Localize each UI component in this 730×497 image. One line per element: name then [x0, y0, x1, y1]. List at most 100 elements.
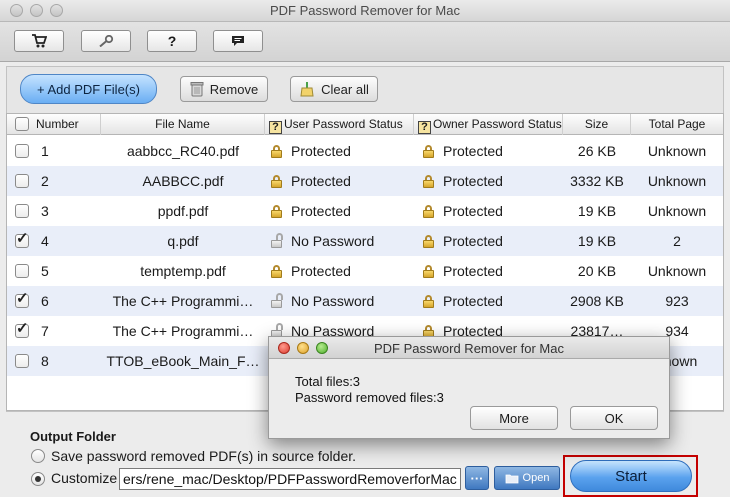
- source-folder-option-label: Save password removed PDF(s) in source f…: [51, 448, 357, 464]
- ok-button[interactable]: OK: [570, 406, 658, 430]
- clear-icon: [300, 82, 314, 97]
- table-row[interactable]: 6 The C++ Programmi… No PasswordProtected 2…: [7, 286, 723, 316]
- lock-icon: [423, 235, 434, 248]
- row-owner-status: Protected: [414, 226, 563, 256]
- table-row[interactable]: 4 q.pdf No PasswordProtected 19 KB 2: [7, 226, 723, 256]
- select-all-checkbox[interactable]: [15, 117, 29, 131]
- column-number[interactable]: Number: [7, 114, 101, 135]
- unlocked-icon: [271, 233, 283, 248]
- row-file-name: The C++ Programmi…: [112, 323, 254, 339]
- row-file-name: temptemp.pdf: [140, 263, 226, 279]
- row-number: 6: [41, 293, 49, 309]
- column-file-name[interactable]: File Name: [101, 114, 265, 135]
- lock-icon: [423, 145, 434, 158]
- row-number: 8: [41, 353, 49, 369]
- lock-icon: [423, 205, 434, 218]
- table-row[interactable]: 2 AABBCC.pdf Protected Protected 3332 KB Unkn…: [7, 166, 723, 196]
- column-owner-password-status[interactable]: ? Owner Password Status: [414, 114, 563, 135]
- row-file-name: ppdf.pdf: [157, 203, 209, 219]
- row-size: 19 KB: [577, 203, 617, 219]
- row-user-status: Protected: [265, 256, 414, 286]
- help-button[interactable]: ?: [147, 30, 197, 52]
- row-file-name: TTOB_eBook_Main_F…: [106, 353, 260, 369]
- row-file-name: aabbcc_RC40.pdf: [126, 143, 240, 159]
- row-number: 3: [41, 203, 49, 219]
- row-total-page: Unknown: [647, 173, 707, 189]
- start-button[interactable]: Start: [570, 460, 692, 492]
- question-icon: ?: [269, 121, 282, 134]
- chat-icon: [232, 36, 244, 46]
- row-total-page: Unknown: [647, 203, 707, 219]
- clear-all-label: Clear all: [321, 81, 369, 97]
- lock-icon: [271, 205, 282, 218]
- row-owner-status: Protected: [414, 136, 563, 166]
- row-checkbox[interactable]: [15, 229, 29, 248]
- row-file-name: The C++ Programmi…: [112, 293, 254, 309]
- unlocked-icon: [271, 293, 283, 308]
- clear-all-button[interactable]: Clear all: [290, 76, 378, 102]
- row-size: 19 KB: [577, 233, 617, 249]
- row-owner-status: Protected: [414, 196, 563, 226]
- remove-label: Remove: [209, 81, 259, 97]
- row-size: 3332 KB: [570, 173, 624, 189]
- row-checkbox[interactable]: [15, 174, 29, 188]
- row-owner-status: Protected: [414, 286, 563, 316]
- row-checkbox[interactable]: [15, 204, 29, 218]
- row-number: 4: [41, 233, 49, 249]
- table-header: Number File Name ? User Password Status ?…: [7, 114, 723, 135]
- folder-icon: [505, 474, 518, 483]
- row-user-status: Protected: [265, 136, 414, 166]
- output-folder-label: Output Folder: [30, 429, 116, 444]
- key-icon: [99, 35, 114, 47]
- row-owner-status: Protected: [414, 256, 563, 286]
- add-pdf-files-button[interactable]: + Add PDF File(s): [20, 74, 157, 104]
- row-user-status: No Password: [265, 286, 414, 316]
- table-row[interactable]: 3 ppdf.pdf Protected Protected 19 KB Unknown: [7, 196, 723, 226]
- remove-button[interactable]: Remove: [180, 76, 268, 102]
- total-files-text: Total files:3: [295, 374, 361, 389]
- lock-icon: [423, 175, 434, 188]
- open-label: Open: [522, 472, 550, 484]
- browse-button[interactable]: ···: [465, 466, 489, 490]
- lock-icon: [423, 265, 434, 278]
- dialog-title: PDF Password Remover for Mac: [374, 341, 564, 356]
- row-number: 7: [41, 323, 49, 339]
- lock-icon: [271, 265, 282, 278]
- row-file-name: AABBCC.pdf: [142, 173, 224, 189]
- cart-icon: [32, 34, 47, 48]
- row-checkbox[interactable]: [15, 319, 29, 338]
- column-total-page[interactable]: Total Page: [631, 114, 723, 135]
- row-total-page: Unknown: [647, 263, 707, 279]
- trash-icon: [190, 82, 204, 97]
- row-total-page: 923: [665, 293, 689, 309]
- row-size: 2908 KB: [570, 293, 624, 309]
- table-row[interactable]: 1 aabbcc_RC40.pdf Protected Protected 26 KB U…: [7, 136, 723, 166]
- lock-icon: [423, 295, 434, 308]
- row-checkbox[interactable]: [15, 354, 29, 368]
- feedback-button[interactable]: [213, 30, 263, 52]
- column-user-password-status[interactable]: ? User Password Status: [265, 114, 414, 135]
- source-folder-radio[interactable]: [31, 449, 45, 463]
- row-checkbox[interactable]: [15, 264, 29, 278]
- row-user-status: Protected: [265, 196, 414, 226]
- row-number: 5: [41, 263, 49, 279]
- row-number: 1: [41, 143, 49, 159]
- more-button[interactable]: More: [470, 406, 558, 430]
- lock-icon: [271, 145, 282, 158]
- row-total-page: Unknown: [647, 143, 707, 159]
- toolbar: ?: [0, 22, 730, 62]
- output-path-input[interactable]: [119, 468, 461, 490]
- row-checkbox[interactable]: [15, 289, 29, 308]
- dialog-title-bar: PDF Password Remover for Mac: [269, 337, 669, 359]
- window-title: PDF Password Remover for Mac: [270, 3, 460, 18]
- register-button[interactable]: [81, 30, 131, 52]
- table-row[interactable]: 5 temptemp.pdf Protected Protected 20 KB Unkn…: [7, 256, 723, 286]
- buy-button[interactable]: [14, 30, 64, 52]
- question-icon: ?: [418, 121, 431, 134]
- row-file-name: q.pdf: [167, 233, 199, 249]
- customize-option-label: Customize: [51, 470, 118, 486]
- customize-folder-radio[interactable]: [31, 472, 45, 486]
- open-folder-button[interactable]: Open: [494, 466, 560, 490]
- row-checkbox[interactable]: [15, 144, 29, 158]
- column-size[interactable]: Size: [563, 114, 631, 135]
